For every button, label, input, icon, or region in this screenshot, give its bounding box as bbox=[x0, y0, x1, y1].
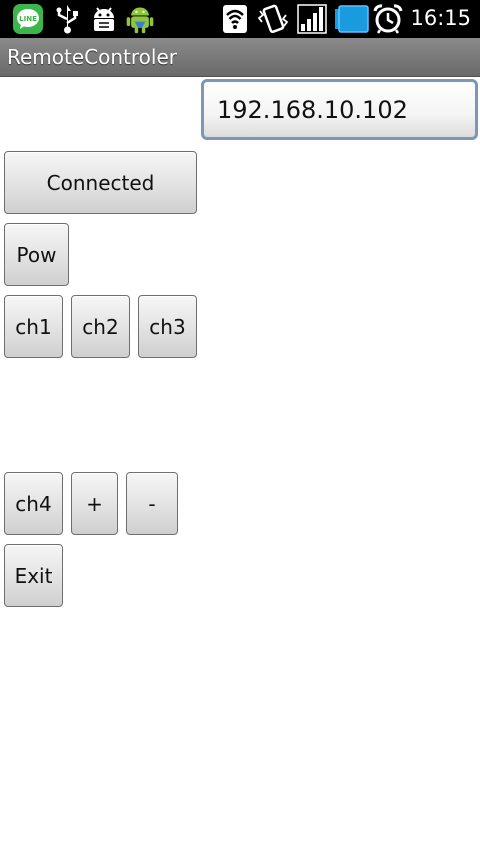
ch3-button[interactable]: ch3 bbox=[138, 295, 197, 358]
ch4-button[interactable]: ch4 bbox=[4, 472, 63, 535]
connected-button[interactable]: Connected bbox=[4, 151, 197, 214]
title-bar: RemoteControler bbox=[0, 38, 480, 77]
android-debug-icon bbox=[94, 7, 114, 31]
ch2-button[interactable]: ch2 bbox=[71, 295, 130, 358]
pow-button[interactable]: Pow bbox=[4, 223, 69, 286]
status-bar: LINE 16:15 bbox=[0, 0, 480, 38]
app-title: RemoteControler bbox=[7, 45, 177, 69]
svg-text:LINE: LINE bbox=[19, 15, 37, 23]
line-app-icon: LINE bbox=[13, 4, 43, 34]
usb-icon bbox=[56, 5, 78, 34]
wifi-icon bbox=[223, 5, 247, 33]
alarm-icon bbox=[373, 4, 403, 34]
battery-icon bbox=[335, 5, 369, 33]
exit-button[interactable]: Exit bbox=[4, 544, 63, 607]
ch1-button[interactable]: ch1 bbox=[4, 295, 63, 358]
status-clock: 16:15 bbox=[410, 6, 471, 30]
android-mascot-icon bbox=[126, 7, 154, 34]
ip-address-input[interactable]: 192.168.10.102 bbox=[201, 79, 478, 140]
minus-button[interactable]: - bbox=[126, 472, 178, 535]
signal-icon bbox=[297, 4, 327, 34]
plus-button[interactable]: + bbox=[71, 472, 118, 535]
vibrate-icon bbox=[257, 4, 289, 34]
